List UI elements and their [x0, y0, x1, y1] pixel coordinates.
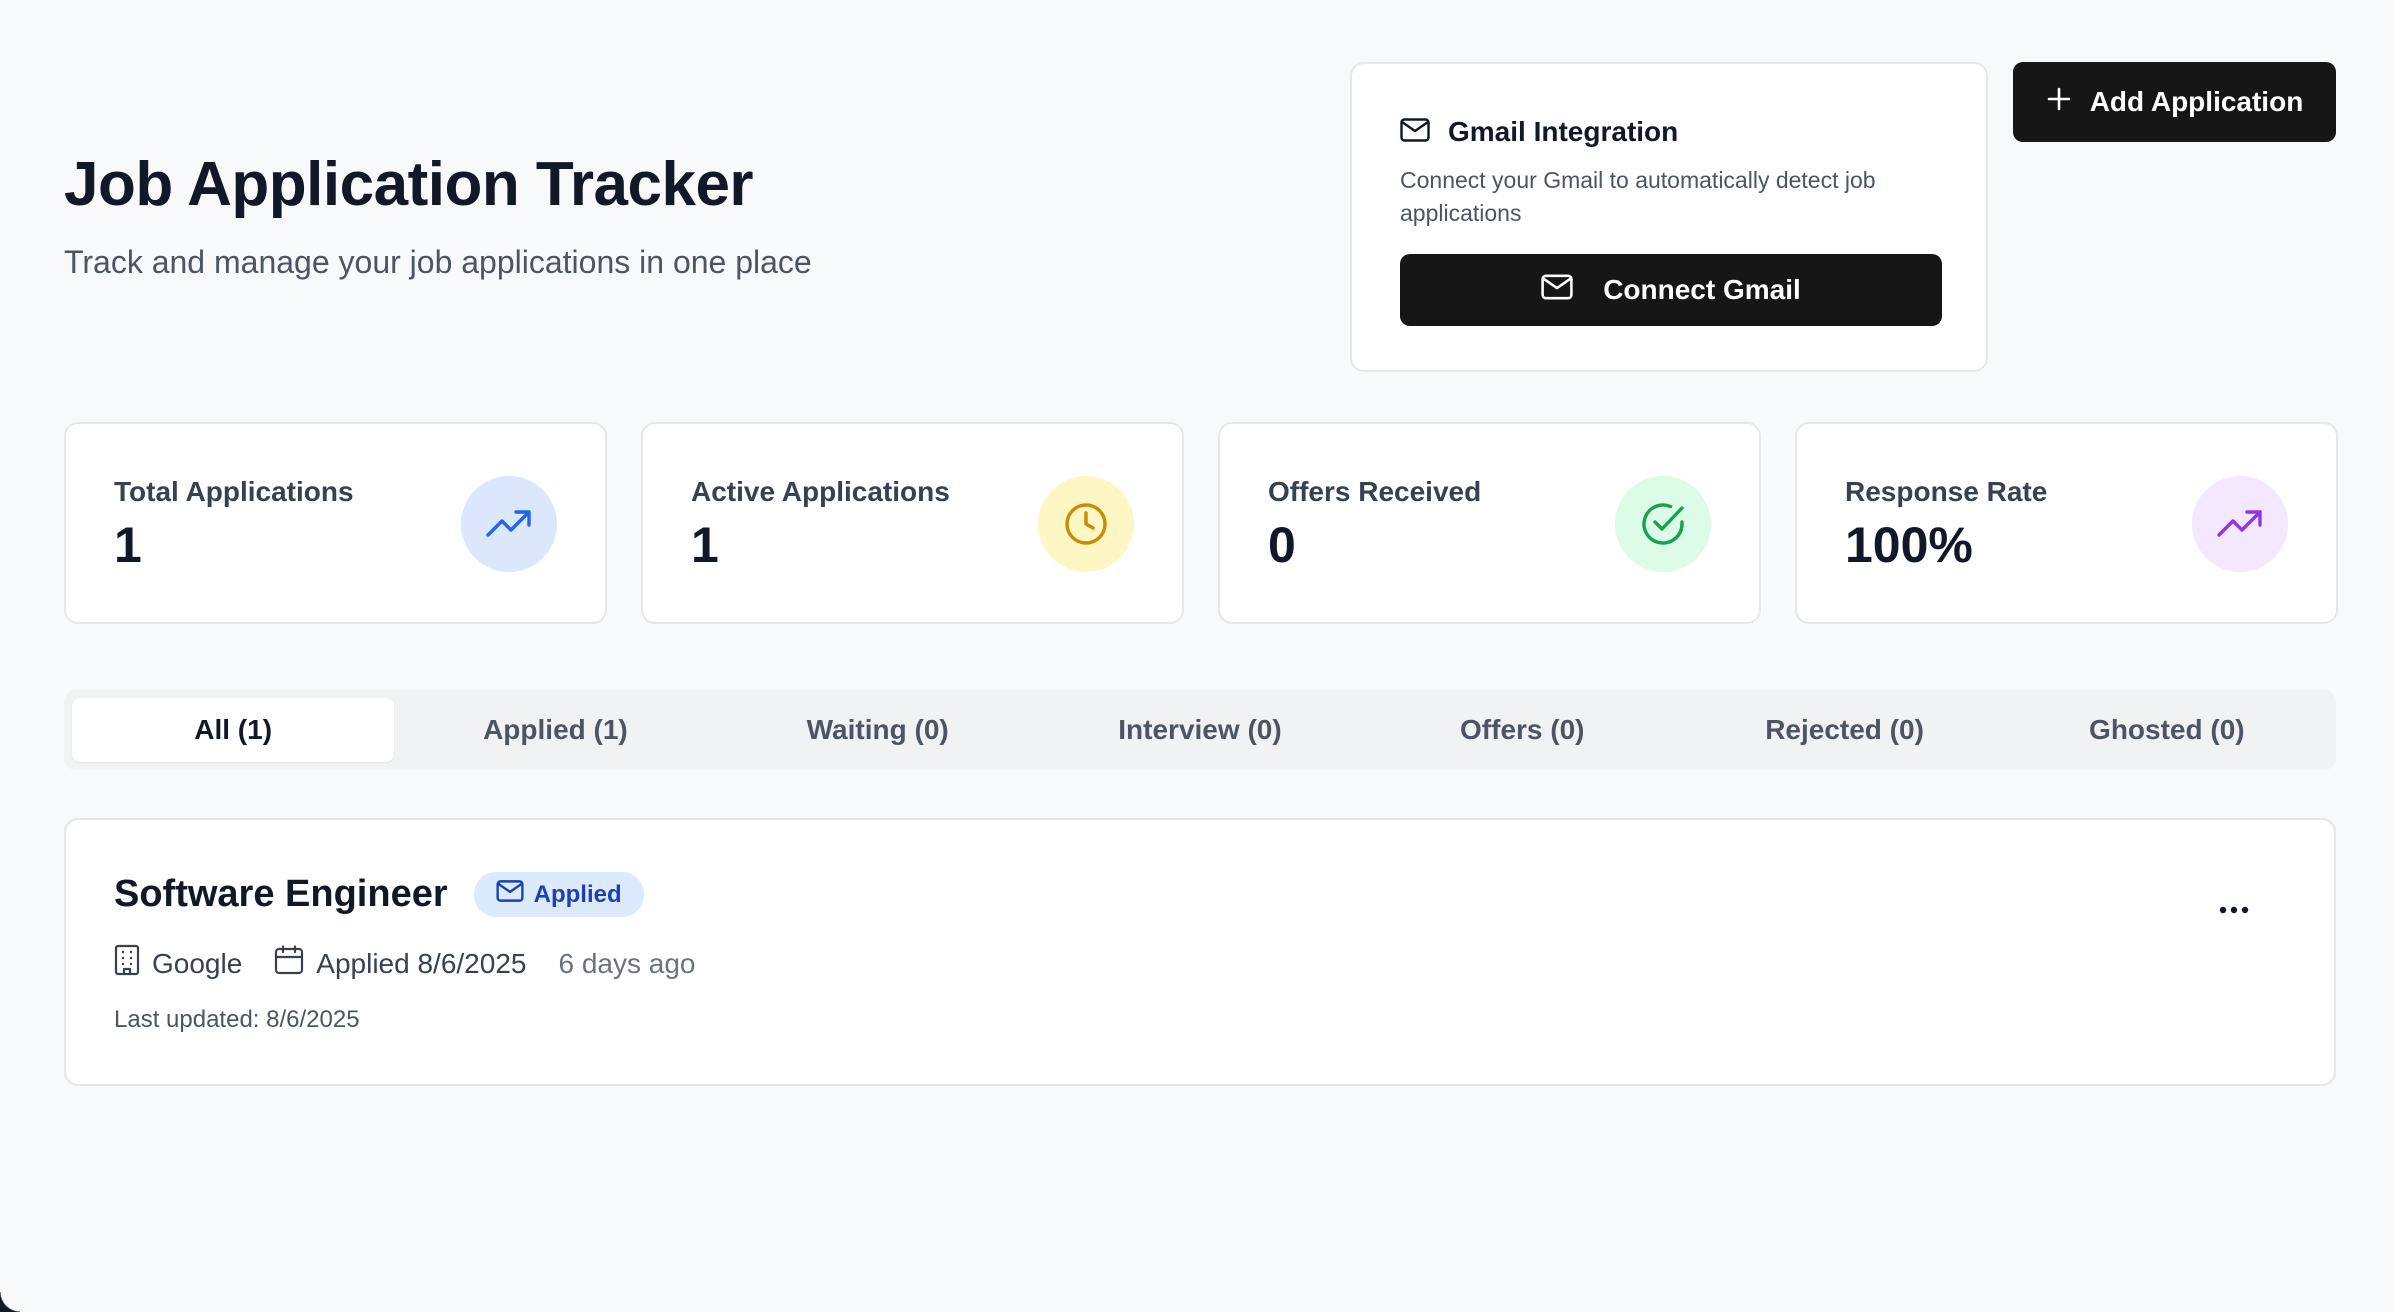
- add-application-label: Add Application: [2089, 86, 2304, 117]
- trending-up-icon: [461, 476, 557, 572]
- stats-row: Total Applications 1 Active Applications…: [64, 422, 2338, 624]
- tab-all[interactable]: All (1): [72, 698, 395, 762]
- stat-value: 1: [114, 517, 142, 573]
- check-circle-icon: [1615, 476, 1711, 572]
- mail-icon: [496, 880, 524, 909]
- status-badge: Applied: [473, 872, 644, 917]
- application-title: Software Engineer: [114, 873, 448, 915]
- more-horizontal-icon: [2219, 901, 2249, 919]
- stat-value: 1: [691, 517, 719, 573]
- stat-label: Total Applications: [114, 476, 354, 507]
- applied-date-info: Applied 8/6/2025: [274, 945, 526, 982]
- page-title: Job Application Tracker: [64, 150, 754, 219]
- window-corner: [0, 1292, 20, 1312]
- application-title-row: Software Engineer Applied: [114, 872, 644, 917]
- add-application-button[interactable]: Add Application: [2013, 62, 2336, 142]
- last-updated: Last updated: 8/6/2025: [114, 1006, 360, 1033]
- time-ago: 6 days ago: [558, 947, 696, 979]
- gmail-title-row: Gmail Integration: [1400, 116, 1678, 148]
- mail-icon: [1400, 117, 1430, 147]
- tab-offers[interactable]: Offers (0): [1361, 698, 1683, 762]
- page-subtitle: Track and manage your job applications i…: [64, 244, 812, 280]
- more-options-button[interactable]: [2210, 888, 2258, 932]
- trending-up-icon: [2192, 476, 2288, 572]
- applied-date: Applied 8/6/2025: [316, 947, 527, 979]
- stat-card-total: Total Applications 1: [64, 422, 607, 624]
- gmail-description: Connect your Gmail to automatically dete…: [1400, 167, 1876, 226]
- stat-card-offers: Offers Received 0: [1218, 422, 1761, 624]
- application-meta: Google Applied 8/6/2025 6 days ago: [114, 944, 695, 983]
- status-badge-label: Applied: [533, 880, 622, 908]
- tab-waiting[interactable]: Waiting (0): [717, 698, 1039, 762]
- tab-rejected[interactable]: Rejected (0): [1683, 698, 2005, 762]
- stat-label: Offers Received: [1268, 476, 1482, 507]
- status-tabs: All (1) Applied (1) Waiting (0) Intervie…: [64, 690, 2336, 770]
- mail-icon: [1541, 274, 1573, 307]
- tab-interview[interactable]: Interview (0): [1039, 698, 1361, 762]
- clock-icon: [1038, 476, 1134, 572]
- building-icon: [114, 944, 140, 983]
- connect-gmail-label: Connect Gmail: [1603, 274, 1801, 305]
- stat-value: 0: [1268, 517, 1296, 573]
- company-info: Google: [114, 944, 242, 983]
- gmail-title: Gmail Integration: [1448, 116, 1679, 147]
- calendar-icon: [274, 945, 304, 982]
- company-name: Google: [152, 947, 243, 979]
- application-card[interactable]: Software Engineer Applied Google Applied…: [64, 818, 2336, 1086]
- stat-card-response-rate: Response Rate 100%: [1795, 422, 2338, 624]
- tab-ghosted[interactable]: Ghosted (0): [2006, 698, 2328, 762]
- connect-gmail-button[interactable]: Connect Gmail: [1400, 254, 1942, 326]
- stat-label: Response Rate: [1845, 476, 2048, 507]
- stat-label: Active Applications: [691, 476, 950, 507]
- gmail-integration-card: Gmail Integration Connect your Gmail to …: [1350, 62, 1988, 372]
- plus-icon: [2046, 86, 2072, 119]
- tab-applied[interactable]: Applied (1): [394, 698, 716, 762]
- stat-value: 100%: [1845, 517, 1973, 573]
- stat-card-active: Active Applications 1: [641, 422, 1184, 624]
